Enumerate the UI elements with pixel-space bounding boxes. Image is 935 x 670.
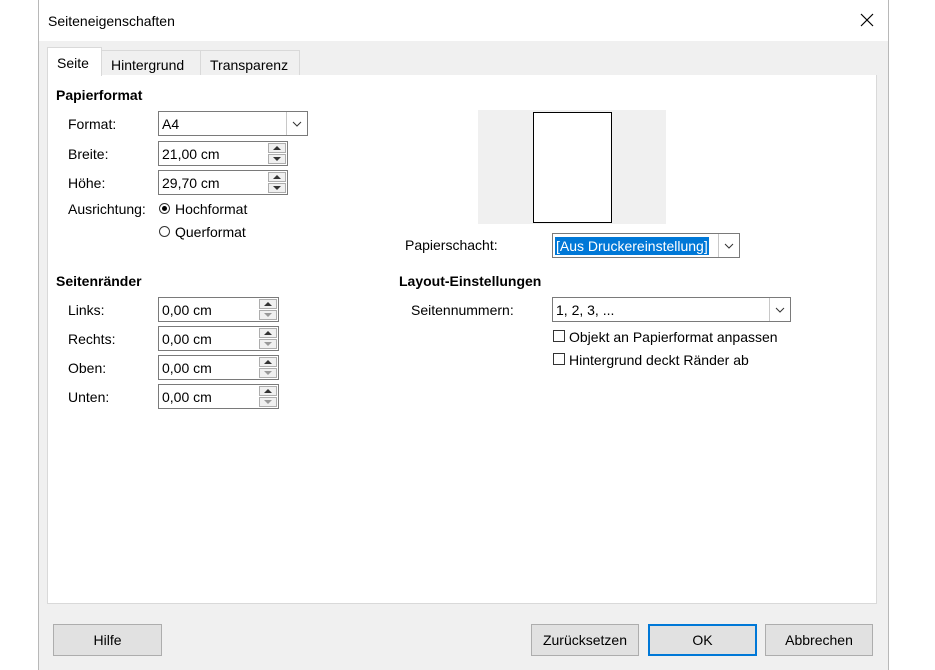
chevron-down-icon[interactable] bbox=[769, 298, 790, 321]
chevron-down-icon[interactable] bbox=[718, 234, 739, 257]
page-preview bbox=[533, 112, 612, 223]
tab-seite[interactable]: Seite bbox=[47, 47, 102, 76]
margin-right-label: Rechts: bbox=[68, 331, 116, 347]
tab-label: Transparenz bbox=[210, 57, 289, 73]
reset-button-label: Zurücksetzen bbox=[542, 632, 628, 648]
background-covers-margins-checkbox[interactable] bbox=[553, 353, 565, 365]
tab-label: Seite bbox=[57, 55, 89, 71]
width-value: 21,00 cm bbox=[162, 146, 220, 162]
fit-object-checkbox[interactable] bbox=[553, 330, 565, 342]
spin-up-icon[interactable] bbox=[259, 299, 277, 309]
format-value: A4 bbox=[162, 116, 180, 132]
spin-up-icon[interactable] bbox=[259, 328, 277, 338]
portrait-radio[interactable] bbox=[159, 203, 170, 214]
margin-top-spinfield[interactable]: 0,00 cm bbox=[158, 355, 279, 380]
landscape-label[interactable]: Querformat bbox=[175, 224, 246, 240]
width-spinfield[interactable]: 21,00 cm bbox=[158, 141, 288, 166]
tab-hintergrund[interactable]: Hintergrund bbox=[101, 50, 201, 76]
section-layout-settings: Layout-Einstellungen bbox=[399, 273, 542, 289]
help-button[interactable]: Hilfe bbox=[53, 624, 162, 656]
dialog-title: Seiteneigenschaften bbox=[48, 13, 175, 29]
spin-down-icon[interactable] bbox=[259, 368, 277, 378]
tray-label: Papierschacht: bbox=[405, 237, 498, 253]
landscape-radio[interactable] bbox=[159, 226, 170, 237]
page-numbering-label: Seitennummern: bbox=[411, 302, 514, 318]
section-margins: Seitenränder bbox=[56, 273, 142, 289]
margin-bottom-spinfield[interactable]: 0,00 cm bbox=[158, 384, 279, 409]
ok-button[interactable]: OK bbox=[648, 624, 757, 656]
height-spinfield[interactable]: 29,70 cm bbox=[158, 170, 288, 195]
chevron-down-icon[interactable] bbox=[286, 112, 307, 135]
cancel-button[interactable]: Abbrechen bbox=[765, 624, 873, 656]
spin-up-icon[interactable] bbox=[259, 386, 277, 396]
close-icon[interactable] bbox=[856, 9, 878, 31]
spin-down-icon[interactable] bbox=[268, 154, 286, 164]
margin-top-label: Oben: bbox=[68, 360, 107, 376]
margin-right-value: 0,00 cm bbox=[162, 331, 212, 347]
ok-button-label: OK bbox=[692, 632, 713, 648]
spin-down-icon[interactable] bbox=[268, 183, 286, 193]
margin-bottom-value: 0,00 cm bbox=[162, 389, 212, 405]
margin-left-label: Links: bbox=[68, 302, 105, 318]
margin-bottom-label: Unten: bbox=[68, 389, 110, 405]
margin-right-spinfield[interactable]: 0,00 cm bbox=[158, 326, 279, 351]
reset-button[interactable]: Zurücksetzen bbox=[531, 624, 639, 656]
spin-up-icon[interactable] bbox=[268, 172, 286, 182]
orientation-label: Ausrichtung: bbox=[68, 201, 146, 217]
cancel-button-label: Abbrechen bbox=[785, 632, 853, 648]
help-button-label: Hilfe bbox=[93, 632, 122, 648]
fit-object-label[interactable]: Objekt an Papierformat anpassen bbox=[569, 329, 778, 345]
format-combo[interactable]: A4 bbox=[158, 111, 308, 136]
height-value: 29,70 cm bbox=[162, 175, 220, 191]
page-numbering-combo[interactable]: 1, 2, 3, ... bbox=[552, 297, 791, 322]
spin-up-icon[interactable] bbox=[268, 143, 286, 153]
spin-down-icon[interactable] bbox=[259, 310, 277, 320]
margin-left-value: 0,00 cm bbox=[162, 302, 212, 318]
tray-combo[interactable]: [Aus Druckereinstellung] bbox=[552, 233, 740, 258]
height-label: Höhe: bbox=[68, 175, 106, 191]
section-paper-format: Papierformat bbox=[56, 87, 143, 103]
margin-top-value: 0,00 cm bbox=[162, 360, 212, 376]
portrait-label[interactable]: Hochformat bbox=[175, 201, 247, 217]
tray-value: [Aus Druckereinstellung] bbox=[555, 237, 709, 255]
background-covers-margins-label[interactable]: Hintergrund deckt Ränder ab bbox=[569, 352, 749, 368]
spin-down-icon[interactable] bbox=[259, 339, 277, 349]
tab-label: Hintergrund bbox=[111, 57, 185, 73]
spin-up-icon[interactable] bbox=[259, 357, 277, 367]
tab-transparenz[interactable]: Transparenz bbox=[200, 50, 300, 76]
page-numbering-value: 1, 2, 3, ... bbox=[556, 302, 615, 318]
spin-down-icon[interactable] bbox=[259, 397, 277, 407]
margin-left-spinfield[interactable]: 0,00 cm bbox=[158, 297, 279, 322]
format-label: Format: bbox=[68, 116, 117, 132]
width-label: Breite: bbox=[68, 146, 109, 162]
